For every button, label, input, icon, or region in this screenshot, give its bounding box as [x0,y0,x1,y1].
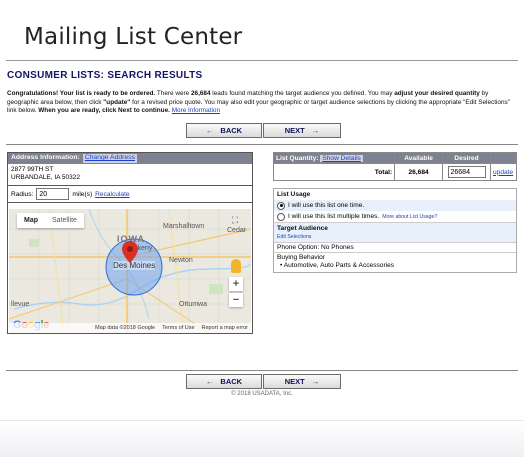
next-button-top[interactable]: NEXT → [263,123,341,138]
recalculate-link[interactable]: Recalculate [95,191,129,198]
radius-input[interactable] [36,188,70,200]
radius-label: Radius: [11,190,34,198]
address-panel: Address Information: Change Address 2877… [7,152,253,334]
usage-option-multiple-label: I will use this list multiple times. [288,213,380,220]
phone-option: Phone Option: No Phones [274,242,516,252]
more-about-usage-link[interactable]: More about List Usage? [382,214,437,220]
arrow-left-icon: ← [205,377,214,386]
arrow-right-icon: → [311,126,320,135]
footer-band [0,420,524,457]
col-empty [489,152,518,164]
map-data-credit: Map data ©2018 Google [95,325,156,331]
address-line1: 2877 99TH ST [11,166,54,173]
app-title: Mailing List Center [24,24,243,50]
next-button-bottom[interactable]: NEXT → [263,374,341,389]
more-information-link[interactable]: More Information [172,107,220,114]
intro-text-part: There were [155,90,191,97]
next-button-label: NEXT [284,126,305,135]
quantity-total-row: Total: 26,684 update [272,163,518,181]
intro-count: 26,684 [190,90,211,97]
map-report-link[interactable]: Report a map error [202,325,248,331]
intro-text-part: leads found matching the target audience… [210,90,395,97]
edit-selections-link[interactable]: Edit Selections [274,234,516,242]
buying-behavior-item: Automotive, Auto Parts & Accessories [280,262,513,269]
map-tab-map[interactable]: Map [17,213,45,228]
map-label-bellevue: llevue [11,301,30,308]
quantity-table-header: List Quantity: Show Details Available De… [272,152,518,164]
map-label-cedar: Cedar [227,227,247,234]
update-link[interactable]: update [493,169,513,176]
update-cell: update [489,163,518,181]
back-button-top[interactable]: ← BACK [186,123,262,138]
change-address-link[interactable]: Change Address [82,154,137,163]
col-desired: Desired [442,152,491,164]
col-available: Available [394,152,444,164]
map-footer: Map data ©2018 Google Terms of Use Repor… [9,323,251,333]
quantity-table: List Quantity: Show Details Available De… [272,152,518,181]
back-button-label: BACK [220,126,243,135]
arrow-right-icon: → [311,377,320,386]
list-usage-title: List Usage [277,191,311,198]
radius-unit: mile(s) [72,190,93,198]
intro-adjust: adjust your desired quantity [394,90,480,97]
page: Mailing List Center CONSUMER LISTS: SEAR… [0,0,524,457]
radio-multiple[interactable] [277,212,285,221]
address-block: 2877 99TH ST URBANDALE, IA 50322 [8,164,252,186]
back-button-label: BACK [220,377,243,386]
page-heading: CONSUMER LISTS: SEARCH RESULTS [7,70,203,81]
copyright: © 2018 USADATA, Inc. [231,391,293,397]
address-panel-header: Address Information: Change Address [8,153,252,164]
map-type-tabs: Map Satellite [17,213,84,228]
desired-quantity-input[interactable] [447,166,486,178]
map-terms-link[interactable]: Terms of Use [162,325,194,331]
radio-one-time[interactable] [277,201,285,210]
buying-behavior-list: Automotive, Auto Parts & Accessories [274,262,516,272]
show-details-link[interactable]: Show Details [320,154,363,162]
divider-bottom [6,370,518,371]
available-value: 26,684 [394,163,444,181]
intro-update: "update" [103,98,131,106]
intro-text: Congratulations! Your list is ready to b… [7,90,515,116]
intro-ready: When you are ready, click Next to contin… [38,107,170,114]
intro-congrats: Congratulations! Your list is ready to b… [7,90,156,97]
fullscreen-icon[interactable]: ⛶ [229,215,241,227]
map-view[interactable]: Map Satellite ⛶ + − IOWA Marshalltown Ce… [9,209,251,333]
total-label: Total: [272,163,396,181]
list-usage-panel: List Usage I will use this list one time… [273,188,517,273]
back-button-bottom[interactable]: ← BACK [186,374,262,389]
desired-cell [442,163,491,181]
divider-top [6,60,518,61]
address-header-label: Address Information: [11,154,80,161]
next-button-label: NEXT [284,377,305,386]
buying-behavior-title: Buying Behavior [274,252,516,262]
map-label-marshalltown: Marshalltown [163,223,205,230]
radius-row: Radius: mile(s) Recalculate [8,186,252,203]
quantity-header-cell: List Quantity: Show Details [272,152,396,164]
street-view-pegman-icon[interactable] [231,259,241,273]
target-audience-title: Target Audience [274,222,516,234]
usage-option-multiple[interactable]: I will use this list multiple times. Mor… [274,211,516,222]
map-pin-icon[interactable] [122,241,138,263]
arrow-left-icon: ← [205,126,214,135]
map-tab-satellite[interactable]: Satellite [45,213,84,228]
quantity-header-label: List Quantity: [276,154,319,162]
zoom-out-button[interactable]: − [229,293,243,307]
map-label-newton: Newton [169,257,193,264]
divider-middle [6,144,518,145]
address-line2: URBANDALE, IA 50322 [11,174,81,181]
map-label-ottumwa: Ottumwa [179,301,208,308]
usage-option-one-time[interactable]: I will use this list one time. [274,200,516,211]
zoom-in-button[interactable]: + [229,277,243,291]
usage-option-one-time-label: I will use this list one time. [288,202,365,209]
